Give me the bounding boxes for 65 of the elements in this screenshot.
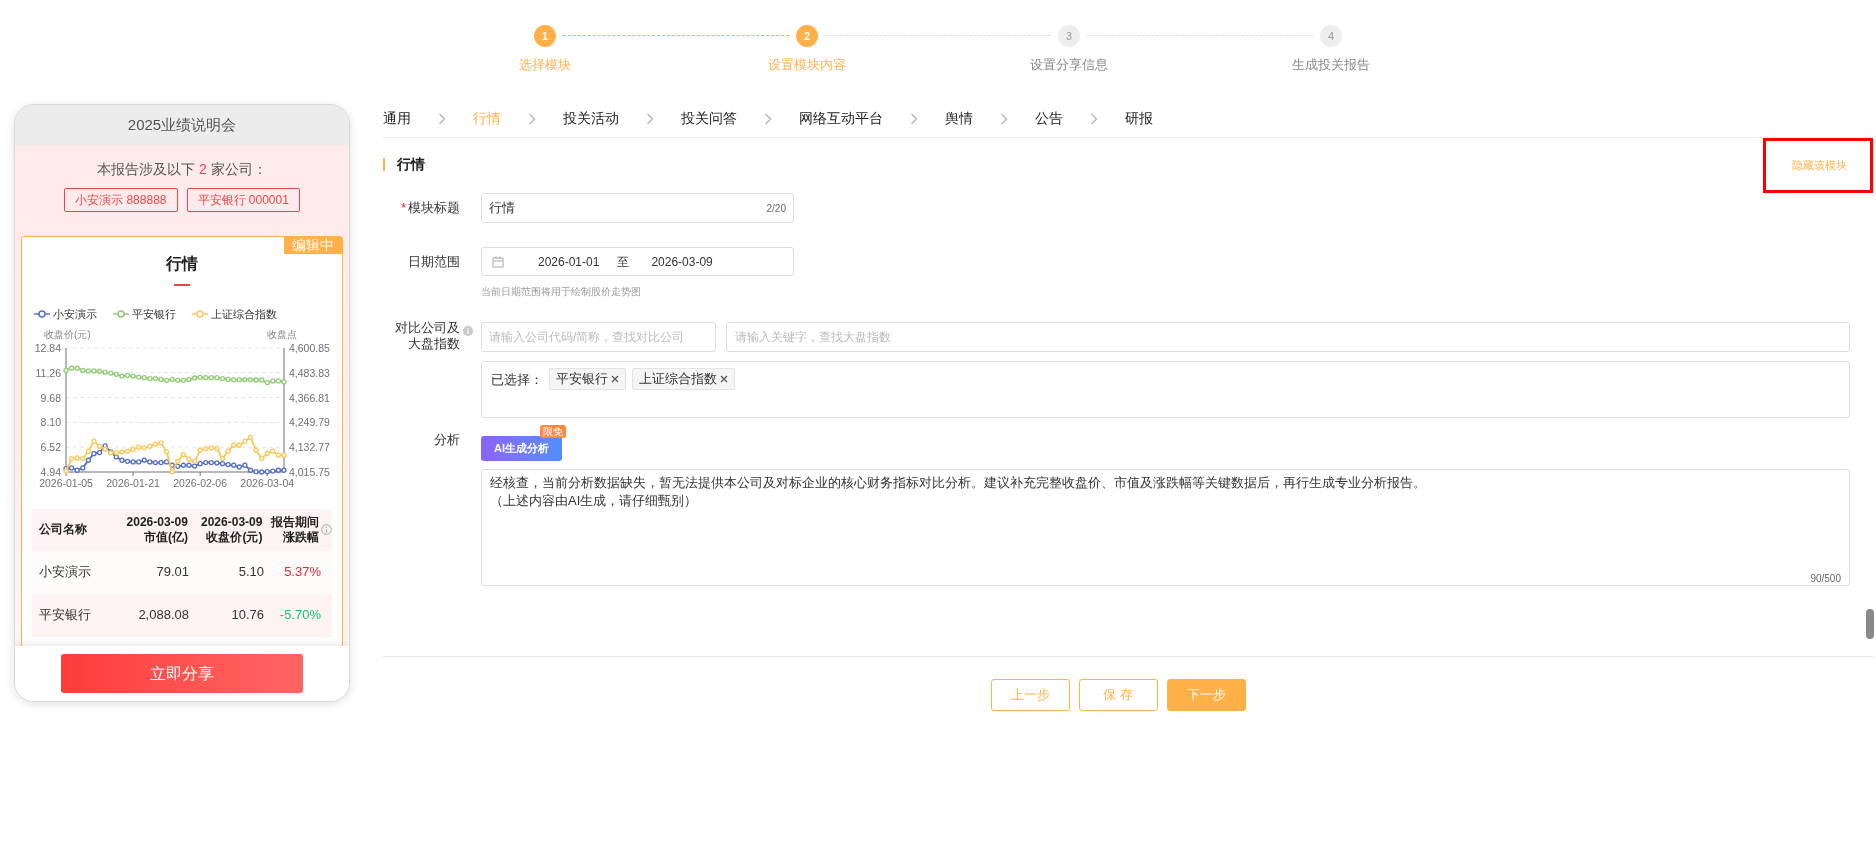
axis-tick-label: 6.52 bbox=[40, 440, 61, 453]
field-label: 模块标题 bbox=[408, 200, 460, 216]
step-number: 3 bbox=[1058, 25, 1080, 47]
table-cell-text: 10.76 bbox=[230, 606, 264, 625]
section-title: 行情 bbox=[397, 155, 425, 174]
tag-label: 平安银行 bbox=[556, 370, 608, 389]
axis-tick-label: 4,366.81 bbox=[289, 391, 330, 404]
column-header: 2026-03-09 收盘价(元) bbox=[201, 514, 263, 545]
column-header: 报告期间 涨跌幅 bbox=[271, 514, 319, 545]
table-cell-text: 5.37% bbox=[283, 563, 321, 582]
legend-label: 小安演示 bbox=[53, 307, 97, 322]
axis-tick-label: 4,015.75 bbox=[289, 465, 330, 478]
date-separator: 至 bbox=[617, 253, 630, 271]
start-date: 2026-01-01 bbox=[538, 253, 600, 271]
editing-badge: 编辑中 bbox=[284, 237, 342, 254]
axis-tick-label: 12.84 bbox=[34, 341, 61, 354]
step-label: 设置分享信息 bbox=[1030, 56, 1108, 74]
card-title: 行情 bbox=[166, 254, 198, 274]
legend-label: 上证综合指数 bbox=[211, 307, 277, 322]
free-badge: 限免 bbox=[540, 425, 566, 438]
column-header: 2026-03-09 市值(亿) bbox=[126, 514, 188, 545]
axis-tick-label: 4,483.83 bbox=[289, 366, 330, 379]
intro-text: 本报告涉及以下 bbox=[97, 160, 196, 179]
end-date: 2026-03-09 bbox=[651, 253, 713, 271]
company-count: 2 bbox=[199, 160, 207, 179]
step-number: 1 bbox=[534, 25, 556, 47]
axis-tick-label: 2026-01-05 bbox=[39, 476, 93, 489]
selected-label: 已选择： bbox=[491, 371, 543, 389]
table-cell-text: 小安演示 bbox=[39, 563, 92, 582]
step-label: 设置模块内容 bbox=[768, 56, 846, 74]
table-cell-text: 79.01 bbox=[155, 563, 189, 582]
step-label: 选择模块 bbox=[519, 56, 571, 74]
table-cell-text: 2,088.08 bbox=[137, 606, 189, 625]
tag-label: 上证综合指数 bbox=[639, 370, 717, 389]
axis-tick-label: 4,600.85 bbox=[289, 341, 330, 354]
step-label: 生成投关报告 bbox=[1292, 56, 1370, 74]
axis-tick-label: 2026-01-21 bbox=[106, 476, 160, 489]
required-mark: * bbox=[400, 200, 406, 216]
field-label: 日期范围 bbox=[408, 253, 460, 269]
field-label: 对比公司及 大盘指数 bbox=[395, 320, 460, 352]
step-number: 2 bbox=[796, 25, 818, 47]
field-label: 分析 bbox=[434, 432, 460, 447]
table-cell-text: -5.70% bbox=[278, 606, 321, 625]
legend-label: 平安银行 bbox=[132, 307, 176, 322]
char-counter: 90/500 bbox=[1810, 572, 1841, 586]
step-number: 4 bbox=[1320, 25, 1342, 47]
company-tag: 小安演示 888888 bbox=[64, 188, 178, 212]
axis-tick-label: 11.26 bbox=[35, 366, 61, 379]
table-cell-text: 5.10 bbox=[237, 563, 264, 582]
intro-text: 家公司： bbox=[210, 160, 267, 179]
axis-tick-label: 2026-03-04 bbox=[240, 476, 295, 489]
axis-tick-label: 9.68 bbox=[40, 391, 61, 404]
char-counter: 2/20 bbox=[766, 202, 786, 216]
field-hint: 当前日期范围将用于绘制股价走势图 bbox=[481, 285, 642, 299]
axis-tick-label: 8.10 bbox=[40, 415, 61, 428]
axis-tick-label: 4,249.79 bbox=[289, 415, 330, 428]
axis-tick-label: 2026-02-06 bbox=[173, 476, 227, 489]
axis-tick-label: 4.94 bbox=[40, 465, 61, 478]
preview-title: 2025业绩说明会 bbox=[15, 105, 349, 145]
table-cell-text: 平安银行 bbox=[39, 606, 92, 625]
axis-tick-label: 4,132.77 bbox=[289, 440, 330, 453]
axis-title: 收盘价(元) bbox=[44, 328, 91, 340]
column-header: 公司名称 bbox=[39, 522, 87, 537]
company-tag: 平安银行 000001 bbox=[186, 188, 300, 212]
axis-title: 收盘点 bbox=[267, 328, 297, 340]
